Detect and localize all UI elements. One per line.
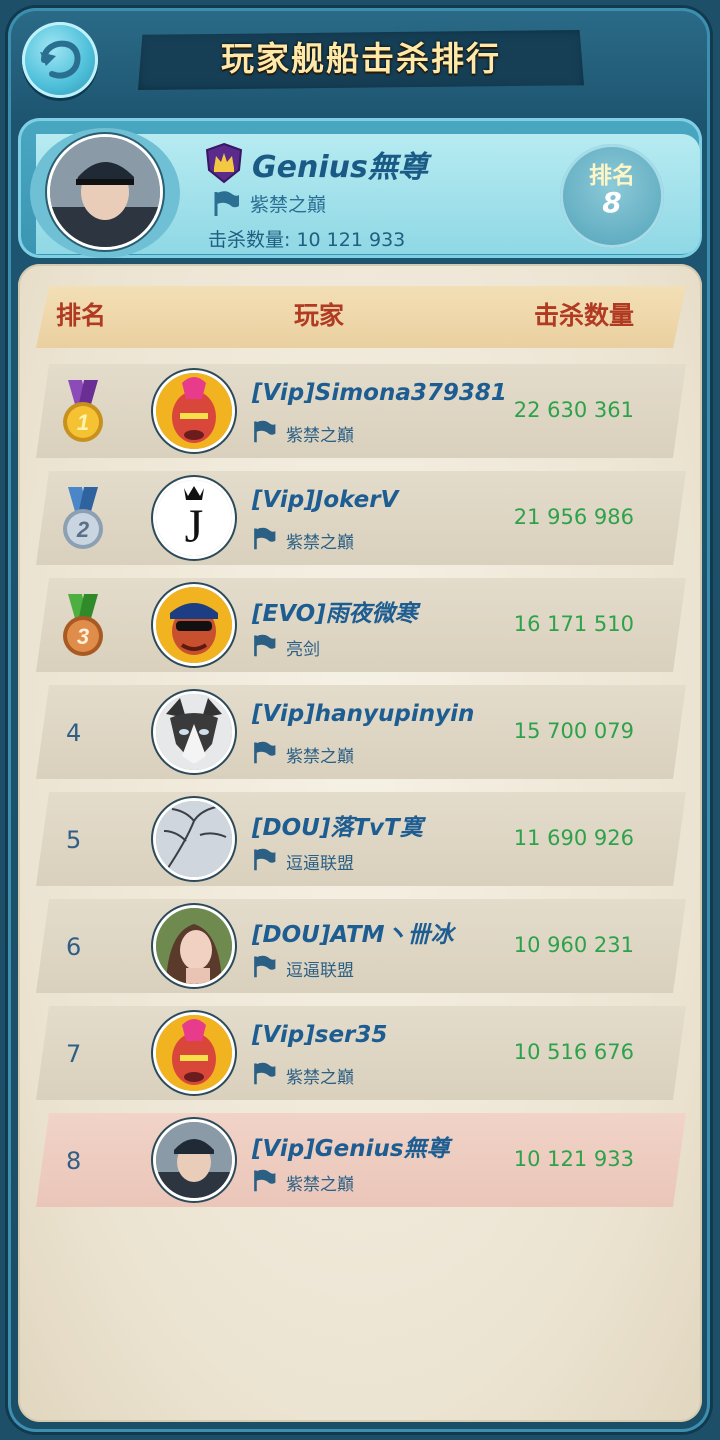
guild-name: 紫禁之巔 [286,533,354,553]
guild-name: 紫禁之巔 [286,1068,354,1088]
player-avatar[interactable] [156,908,232,984]
svg-text:1: 1 [77,410,89,435]
column-header-kills: 击杀数量 [534,301,635,330]
my-rank-circle: 排名 8 [560,144,664,248]
my-guild-name: 紫禁之巔 [250,194,327,216]
my-kills: 击杀数量: 10 121 933 [208,225,405,252]
player-name: [Vip]ser35 [252,1022,388,1048]
player-name: [DOU]落TvT寞 [252,815,423,841]
rank-number: 7 [66,1040,82,1068]
kill-count: 11 690 926 [513,826,634,850]
my-rank-value: 8 [602,186,622,219]
guild-name: 逗逼联盟 [286,961,354,981]
svg-text:3: 3 [77,624,89,649]
player-name: [EVO]雨夜微寒 [252,601,418,627]
back-button[interactable] [22,22,98,98]
guild-flag-icon [252,953,278,983]
back-arrow-icon [40,40,81,79]
kill-count: 16 171 510 [513,612,634,636]
column-header-rank: 排名 [56,301,107,330]
guild-flag-icon [252,525,278,555]
guild-flag-icon [252,846,278,876]
guild-name: 紫禁之巔 [286,747,354,767]
guild-flag-icon [252,632,278,662]
player-name: [Vip]hanyupinyin [252,701,475,727]
guild-flag-icon [252,418,278,448]
player-name: [Vip]Simona379381 [252,380,507,406]
kill-count: 22 630 361 [513,398,634,422]
kill-count: 10 121 933 [513,1147,634,1171]
player-avatar[interactable] [156,694,232,770]
guild-flag-icon [252,1060,278,1090]
rank-number: 5 [66,826,82,854]
player-avatar[interactable] [156,1122,232,1198]
page-title: 玩家舰船击杀排行 [221,39,501,78]
my-kills-label: 击杀数量: [208,229,291,251]
player-avatar[interactable] [156,1015,232,1091]
player-avatar[interactable]: J [156,480,232,556]
kill-count: 15 700 079 [513,719,634,743]
kill-count: 21 956 986 [513,505,634,529]
svg-text:J: J [185,500,204,553]
silver-medal-icon: 2 [58,485,108,557]
my-player-name: Genius無尊 [252,150,428,185]
player-name: [DOU]ATM丶卌冰 [252,922,454,948]
rank-number: 6 [66,933,82,961]
column-header-player: 玩家 [294,301,345,330]
guild-flag-icon [214,191,239,216]
player-name: [Vip]JokerV [252,487,399,513]
player-avatar[interactable] [156,373,232,449]
my-rank-label: 排名 [589,163,635,189]
guild-name: 紫禁之巔 [286,1175,354,1195]
rank-number: 8 [66,1147,82,1175]
kill-count: 10 516 676 [513,1040,634,1064]
kill-count: 10 960 231 [513,933,634,957]
svg-text:2: 2 [76,517,90,542]
rank-number: 4 [66,719,82,747]
vip-crown-badge-icon [205,142,243,184]
bronze-medal-icon: 3 [58,592,108,664]
my-avatar[interactable] [50,137,160,247]
guild-flag-icon [252,1167,278,1197]
guild-name: 逗逼联盟 [286,854,354,874]
player-name: [Vip]Genius無尊 [252,1136,450,1162]
my-kills-value: 10 121 933 [296,229,406,251]
guild-name: 紫禁之巔 [286,426,354,446]
guild-flag-icon [252,739,278,769]
gold-medal-icon: 1 [58,378,108,450]
guild-name: 亮剑 [286,640,320,660]
player-avatar[interactable] [156,801,232,877]
player-avatar[interactable] [156,587,232,663]
